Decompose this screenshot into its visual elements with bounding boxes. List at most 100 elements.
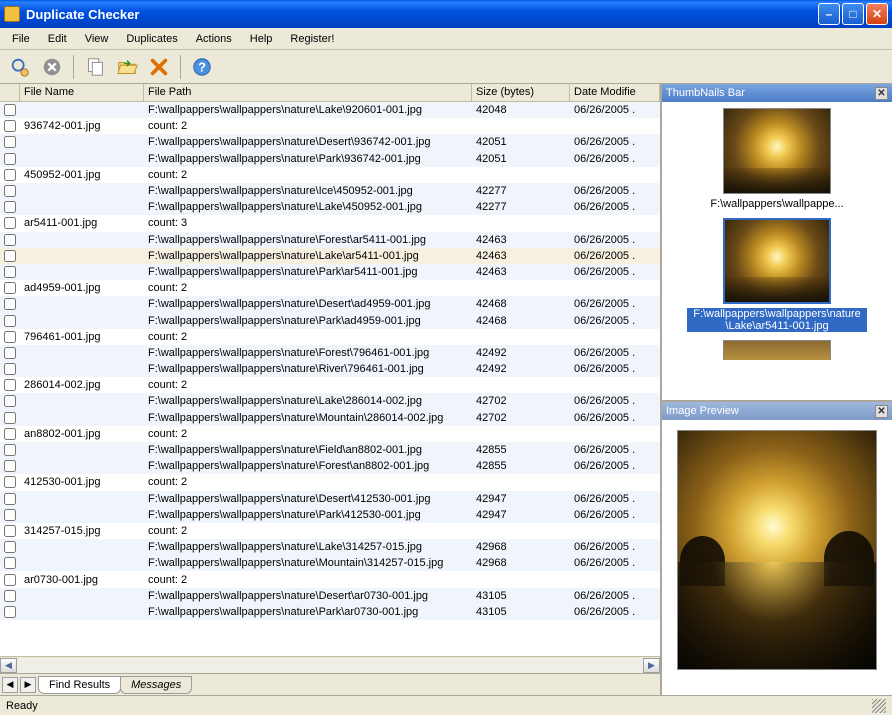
column-check[interactable] (0, 84, 20, 101)
stop-button[interactable] (38, 53, 66, 81)
group-row[interactable]: 450952-001.jpgcount: 2 (0, 167, 660, 183)
row-checkbox[interactable] (4, 395, 16, 407)
row-checkbox[interactable] (4, 412, 16, 424)
group-row[interactable]: 412530-001.jpgcount: 2 (0, 474, 660, 490)
file-row[interactable]: F:\wallpappers\wallpappers\nature\Forest… (0, 232, 660, 248)
file-row[interactable]: F:\wallpappers\wallpappers\nature\Lake\3… (0, 539, 660, 555)
open-folder-button[interactable] (113, 53, 141, 81)
thumbnail-image-partial[interactable] (723, 340, 831, 360)
row-checkbox[interactable] (4, 120, 16, 132)
row-checkbox[interactable] (4, 201, 16, 213)
file-row[interactable]: F:\wallpappers\wallpappers\nature\Park\4… (0, 507, 660, 523)
file-row[interactable]: F:\wallpappers\wallpappers\nature\Forest… (0, 345, 660, 361)
row-checkbox[interactable] (4, 509, 16, 521)
row-checkbox[interactable] (4, 428, 16, 440)
file-row[interactable]: F:\wallpappers\wallpappers\nature\Lake\a… (0, 248, 660, 264)
row-checkbox[interactable] (4, 266, 16, 278)
row-checkbox[interactable] (4, 493, 16, 505)
thumbnails-panel-header[interactable]: ThumbNails Bar ✕ (662, 84, 892, 102)
tab-find-results[interactable]: Find Results (38, 676, 121, 694)
tab-messages[interactable]: Messages (120, 676, 192, 694)
group-row[interactable]: 796461-001.jpgcount: 2 (0, 329, 660, 345)
file-row[interactable]: F:\wallpappers\wallpappers\nature\Lake\2… (0, 393, 660, 409)
scroll-left-button[interactable]: ◀ (0, 658, 17, 673)
thumbnail-item[interactable]: F:\wallpappers\wallpappe... (668, 108, 886, 210)
delete-button[interactable] (145, 53, 173, 81)
menu-edit[interactable]: Edit (40, 31, 75, 47)
copy-button[interactable] (81, 53, 109, 81)
row-checkbox[interactable] (4, 363, 16, 375)
row-checkbox[interactable] (4, 104, 16, 116)
row-checkbox[interactable] (4, 217, 16, 229)
row-checkbox[interactable] (4, 136, 16, 148)
file-row[interactable]: F:\wallpappers\wallpappers\nature\Park\a… (0, 264, 660, 280)
close-button[interactable]: ✕ (866, 3, 888, 25)
row-checkbox[interactable] (4, 557, 16, 569)
row-checkbox[interactable] (4, 315, 16, 327)
column-size[interactable]: Size (bytes) (472, 84, 570, 101)
column-filename[interactable]: File Name (20, 84, 144, 101)
row-checkbox[interactable] (4, 153, 16, 165)
row-checkbox[interactable] (4, 525, 16, 537)
file-row[interactable]: F:\wallpappers\wallpappers\nature\Desert… (0, 296, 660, 312)
search-button[interactable] (6, 53, 34, 81)
thumbnail-item[interactable]: F:\wallpappers\wallpappers\nature\Lake\a… (668, 218, 886, 332)
thumbnail-image[interactable] (723, 218, 831, 304)
scroll-track[interactable] (17, 658, 643, 673)
file-row[interactable]: F:\wallpappers\wallpappers\nature\Park\a… (0, 604, 660, 620)
minimize-button[interactable]: – (818, 3, 840, 25)
row-checkbox[interactable] (4, 282, 16, 294)
row-checkbox[interactable] (4, 298, 16, 310)
menu-register[interactable]: Register! (282, 31, 342, 47)
group-row[interactable]: an8802-001.jpgcount: 2 (0, 426, 660, 442)
menu-duplicates[interactable]: Duplicates (118, 31, 185, 47)
preview-close-button[interactable]: ✕ (875, 405, 888, 418)
row-checkbox[interactable] (4, 541, 16, 553)
column-filepath[interactable]: File Path (144, 84, 472, 101)
file-row[interactable]: F:\wallpappers\wallpappers\nature\Mounta… (0, 555, 660, 571)
menu-actions[interactable]: Actions (188, 31, 240, 47)
row-checkbox[interactable] (4, 606, 16, 618)
menu-file[interactable]: File (4, 31, 38, 47)
file-row[interactable]: F:\wallpappers\wallpappers\nature\Desert… (0, 491, 660, 507)
group-row[interactable]: 936742-001.jpgcount: 2 (0, 118, 660, 134)
tab-next-button[interactable]: ▶ (20, 677, 36, 693)
row-checkbox[interactable] (4, 169, 16, 181)
file-row[interactable]: F:\wallpappers\wallpappers\nature\Desert… (0, 588, 660, 604)
group-row[interactable]: ad4959-001.jpgcount: 2 (0, 280, 660, 296)
resize-grip[interactable] (872, 699, 886, 713)
grid-body[interactable]: F:\wallpappers\wallpappers\nature\Lake\9… (0, 102, 660, 656)
help-button[interactable]: ? (188, 53, 216, 81)
thumbnails-close-button[interactable]: ✕ (875, 87, 888, 100)
thumbnail-image[interactable] (723, 108, 831, 194)
horizontal-scrollbar[interactable]: ◀ ▶ (0, 656, 660, 673)
row-checkbox[interactable] (4, 250, 16, 262)
file-row[interactable]: F:\wallpappers\wallpappers\nature\Park\9… (0, 151, 660, 167)
row-checkbox[interactable] (4, 444, 16, 456)
file-row[interactable]: F:\wallpappers\wallpappers\nature\Park\a… (0, 312, 660, 328)
maximize-button[interactable]: □ (842, 3, 864, 25)
row-checkbox[interactable] (4, 590, 16, 602)
file-row[interactable]: F:\wallpappers\wallpappers\nature\Lake\4… (0, 199, 660, 215)
group-row[interactable]: 314257-015.jpgcount: 2 (0, 523, 660, 539)
row-checkbox[interactable] (4, 476, 16, 488)
file-row[interactable]: F:\wallpappers\wallpappers\nature\Ice\45… (0, 183, 660, 199)
row-checkbox[interactable] (4, 331, 16, 343)
row-checkbox[interactable] (4, 574, 16, 586)
file-row[interactable]: F:\wallpappers\wallpappers\nature\Forest… (0, 458, 660, 474)
row-checkbox[interactable] (4, 234, 16, 246)
preview-panel-header[interactable]: Image Preview ✕ (662, 402, 892, 420)
group-row[interactable]: 286014-002.jpgcount: 2 (0, 377, 660, 393)
thumbnails-body[interactable]: F:\wallpappers\wallpappe... F:\wallpappe… (662, 102, 892, 400)
file-row[interactable]: F:\wallpappers\wallpappers\nature\Field\… (0, 442, 660, 458)
file-row[interactable]: F:\wallpappers\wallpappers\nature\Desert… (0, 134, 660, 150)
menu-help[interactable]: Help (242, 31, 281, 47)
thumbnail-item[interactable] (668, 340, 886, 360)
tab-prev-button[interactable]: ◀ (2, 677, 18, 693)
file-row[interactable]: F:\wallpappers\wallpappers\nature\River\… (0, 361, 660, 377)
row-checkbox[interactable] (4, 379, 16, 391)
file-row[interactable]: F:\wallpappers\wallpappers\nature\Lake\9… (0, 102, 660, 118)
file-row[interactable]: F:\wallpappers\wallpappers\nature\Mounta… (0, 410, 660, 426)
scroll-right-button[interactable]: ▶ (643, 658, 660, 673)
row-checkbox[interactable] (4, 460, 16, 472)
